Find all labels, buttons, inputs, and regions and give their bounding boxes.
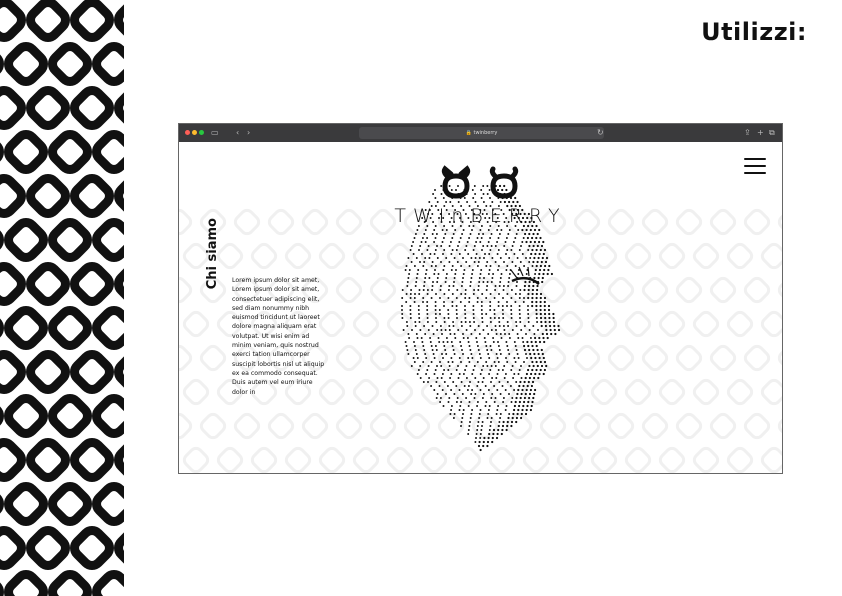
dotted-face-image bbox=[401, 184, 561, 452]
decorative-pattern-strip bbox=[0, 0, 124, 596]
share-icon[interactable]: ⇪ bbox=[744, 127, 751, 139]
address-bar[interactable]: 🔒 twinberry bbox=[359, 127, 604, 139]
tabs-overview-icon[interactable]: ⧉ bbox=[769, 127, 775, 139]
url-text: twinberry bbox=[473, 130, 498, 136]
section-title: Chi siamo bbox=[205, 218, 220, 290]
new-tab-icon[interactable]: + bbox=[757, 127, 764, 139]
forward-icon[interactable]: › bbox=[247, 127, 250, 139]
sidebar-icon[interactable]: ▭ bbox=[211, 127, 219, 139]
hamburger-menu-icon[interactable] bbox=[744, 158, 766, 176]
minimize-window-button[interactable] bbox=[192, 130, 197, 135]
reload-icon[interactable]: ↻ bbox=[597, 127, 604, 139]
section-text: Lorem ipsum dolor sit amet, Lorem ipsum … bbox=[232, 277, 325, 396]
website-content: TWInBERRY Chi siamo Lorem ipsum dolor si… bbox=[179, 142, 782, 473]
page-heading: Utilizzi: bbox=[701, 18, 807, 46]
back-icon[interactable]: ‹ bbox=[236, 127, 239, 139]
maximize-window-button[interactable] bbox=[199, 130, 204, 135]
browser-window: ▭ ‹ › 🔒 twinberry ↻ ⇪ + ⧉ TWInBERRY Chi … bbox=[178, 123, 783, 474]
browser-titlebar: ▭ ‹ › 🔒 twinberry ↻ ⇪ + ⧉ bbox=[179, 124, 782, 142]
close-window-button[interactable] bbox=[185, 130, 190, 135]
